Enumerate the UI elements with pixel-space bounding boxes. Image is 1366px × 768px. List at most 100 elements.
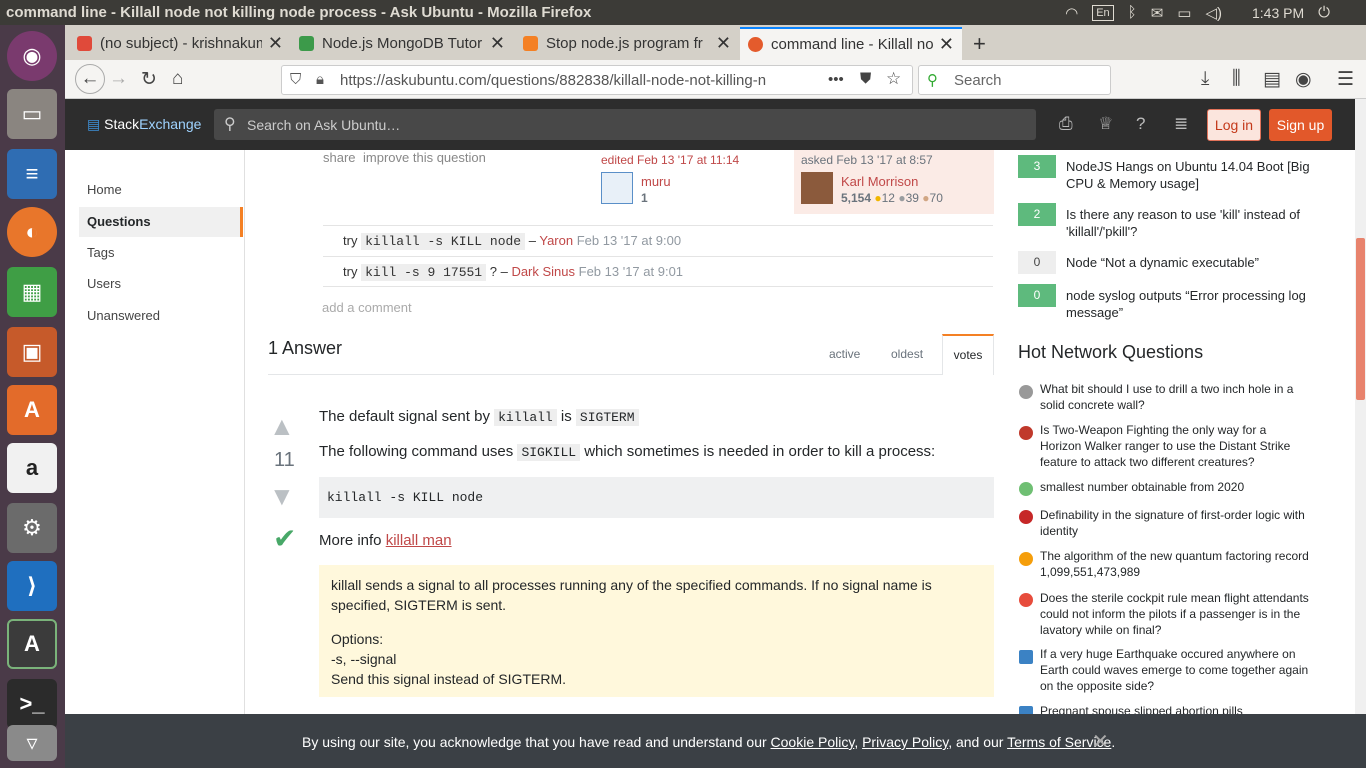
amazon-icon[interactable]: a <box>7 443 57 493</box>
keyboard-layout-indicator[interactable]: En <box>1092 4 1114 21</box>
improve-question-link[interactable]: improve this question <box>363 150 486 165</box>
bluetooth-icon[interactable]: ᛒ <box>1128 4 1137 21</box>
library-icon[interactable]: ⫼ <box>1232 68 1241 90</box>
edited-timestamp[interactable]: edited Feb 13 '17 at 11:14 <box>601 153 739 167</box>
bookmark-star-icon[interactable]: ☆ <box>886 69 901 89</box>
upvote-icon[interactable]: ▲ <box>269 411 295 442</box>
close-tab-icon[interactable]: ✕ <box>490 33 505 54</box>
hot-question-link[interactable]: Pregnant spouse slipped abortion pills <box>1040 703 1310 714</box>
site-icon <box>1019 593 1033 607</box>
killall-man-link[interactable]: killall man <box>386 532 452 549</box>
tab-askubuntu-active[interactable]: command line - Killall no ✕ <box>740 27 962 60</box>
os-top-bar: command line - Killall node not killing … <box>0 0 1366 25</box>
menu-icon[interactable]: ☰ <box>1337 68 1354 91</box>
volume-icon[interactable]: ◁) <box>1205 4 1222 22</box>
nav-unanswered[interactable]: Unanswered <box>87 308 160 323</box>
related-question-link[interactable]: node syslog outputs “Error processing lo… <box>1066 287 1326 321</box>
terminal-icon[interactable]: >_ <box>7 679 57 729</box>
calc-icon[interactable]: ▦ <box>7 267 57 317</box>
close-tab-icon[interactable]: ✕ <box>268 33 283 54</box>
close-tab-icon[interactable]: ✕ <box>716 33 731 54</box>
signup-button[interactable]: Sign up <box>1269 109 1332 141</box>
comment-user[interactable]: Dark Sinus <box>511 264 575 279</box>
software-center-icon[interactable]: A <box>7 385 57 435</box>
inbox-icon[interactable]: ⎙ <box>1059 114 1073 134</box>
site-search-input[interactable]: ⚲ Search on Ask Ubuntu… <box>214 109 1036 140</box>
vscode-icon[interactable]: ⟩ <box>7 561 57 611</box>
close-banner-icon[interactable]: ✕ <box>1092 729 1109 754</box>
browser-search-box[interactable]: ⚲ Search <box>918 65 1111 95</box>
login-button[interactable]: Log in <box>1207 109 1261 141</box>
help-icon[interactable]: ? <box>1136 114 1145 134</box>
share-link[interactable]: share <box>323 150 356 165</box>
add-comment-link[interactable]: add a comment <box>322 300 412 315</box>
lock-icon[interactable]: 🔒︎ <box>316 71 324 88</box>
hot-question-link[interactable]: The algorithm of the new quantum factori… <box>1040 548 1310 580</box>
trash-icon[interactable]: ▿ <box>7 725 57 761</box>
close-tab-icon[interactable]: ✕ <box>939 34 954 55</box>
battery-icon[interactable]: ▭ <box>1177 4 1191 22</box>
impress-icon[interactable]: ▣ <box>7 327 57 377</box>
scrollbar-thumb[interactable] <box>1356 238 1365 400</box>
nav-questions[interactable]: Questions <box>87 214 151 229</box>
answer-paragraph: The following command uses SIGKILL which… <box>319 443 936 461</box>
reload-icon[interactable]: ↻ <box>141 68 157 91</box>
asker-name[interactable]: Karl Morrison <box>841 174 918 189</box>
pocket-icon[interactable]: ⛊ <box>860 70 871 87</box>
asker-avatar[interactable] <box>801 172 833 204</box>
comment-user[interactable]: Yaron <box>539 233 573 248</box>
wifi-icon[interactable]: ◠ <box>1065 4 1078 22</box>
tab-nodejs-mongodb[interactable]: Node.js MongoDB Tutor ✕ <box>291 27 513 60</box>
page-scrollbar[interactable] <box>1355 99 1366 714</box>
hot-question-link[interactable]: Definability in the signature of first-o… <box>1040 507 1310 539</box>
forward-icon[interactable]: → <box>109 68 128 90</box>
editor-avatar[interactable] <box>601 172 633 204</box>
downloads-icon[interactable]: ⤓ <box>1201 68 1209 90</box>
home-icon[interactable]: ⌂ <box>172 68 183 90</box>
new-tab-button[interactable]: + <box>965 27 995 60</box>
nav-tags[interactable]: Tags <box>87 245 114 260</box>
settings-icon[interactable]: ⚙ <box>7 503 57 553</box>
tab-votes[interactable]: votes <box>942 334 994 375</box>
account-icon[interactable]: ◉ <box>1295 68 1312 91</box>
clock[interactable]: 1:43 PM <box>1252 5 1304 21</box>
tab-stackoverflow[interactable]: Stop node.js program fr ✕ <box>515 27 739 60</box>
tab-gmail[interactable]: (no subject) - krishnakum ✕ <box>69 27 291 60</box>
nav-home[interactable]: Home <box>87 182 122 197</box>
hot-question-link[interactable]: smallest number obtainable from 2020 <box>1040 479 1310 495</box>
related-question-link[interactable]: NodeJS Hangs on Ubuntu 14.04 Boot [Big C… <box>1066 158 1326 192</box>
hot-question-link[interactable]: Is Two-Weapon Fighting the only way for … <box>1040 422 1310 470</box>
vote-badge: 0 <box>1018 251 1056 274</box>
ubuntu-dash-icon[interactable]: ◉ <box>7 31 57 81</box>
url-text[interactable]: https://askubuntu.com/questions/882838/k… <box>340 72 800 89</box>
mail-icon[interactable]: ✉ <box>1151 4 1164 22</box>
sidebar-icon[interactable]: ▤ <box>1263 68 1281 91</box>
back-icon[interactable]: ← <box>75 64 105 94</box>
site-switcher-icon[interactable]: ≣ <box>1174 114 1188 134</box>
related-question-link[interactable]: Node “Not a dynamic executable” <box>1066 254 1326 271</box>
page-actions-icon[interactable]: ••• <box>828 71 844 88</box>
asker-badges: 5,154 ●12 ●39 ●70 <box>841 191 943 205</box>
hot-question-link[interactable]: If a very huge Earthquake occured anywhe… <box>1040 646 1310 694</box>
files-icon[interactable]: ▭ <box>7 89 57 139</box>
tab-oldest[interactable]: oldest <box>891 347 923 361</box>
cookie-policy-link[interactable]: Cookie Policy <box>771 734 855 750</box>
shield-icon[interactable]: ⛉ <box>290 71 301 88</box>
writer-icon[interactable]: ≡ <box>7 149 57 199</box>
software-updater-icon[interactable]: A <box>7 619 57 669</box>
system-tray: ◠ En ᛒ ✉ ▭ ◁) 1:43 PM ⏻ <box>1065 0 1366 25</box>
related-question-link[interactable]: Is there any reason to use 'kill' instea… <box>1066 206 1326 240</box>
nav-users[interactable]: Users <box>87 276 121 291</box>
achievements-trophy-icon[interactable]: ♕ <box>1098 114 1113 134</box>
hot-question-link[interactable]: Does the sterile cockpit rule mean fligh… <box>1040 590 1310 638</box>
power-icon[interactable]: ⏻ <box>1318 4 1330 21</box>
tab-active[interactable]: active <box>829 347 860 361</box>
answer-paragraph: More info killall man <box>319 532 452 549</box>
editor-name[interactable]: muru <box>641 174 671 189</box>
privacy-policy-link[interactable]: Privacy Policy <box>862 734 948 750</box>
stackexchange-logo[interactable]: ▤ StackExchange <box>87 116 201 133</box>
downvote-icon[interactable]: ▼ <box>269 481 295 512</box>
hot-question-link[interactable]: What bit should I use to drill a two inc… <box>1040 381 1310 413</box>
url-bar[interactable]: ⛉ 🔒︎ https://askubuntu.com/questions/882… <box>281 65 913 95</box>
firefox-icon[interactable]: ◐ <box>7 207 57 257</box>
